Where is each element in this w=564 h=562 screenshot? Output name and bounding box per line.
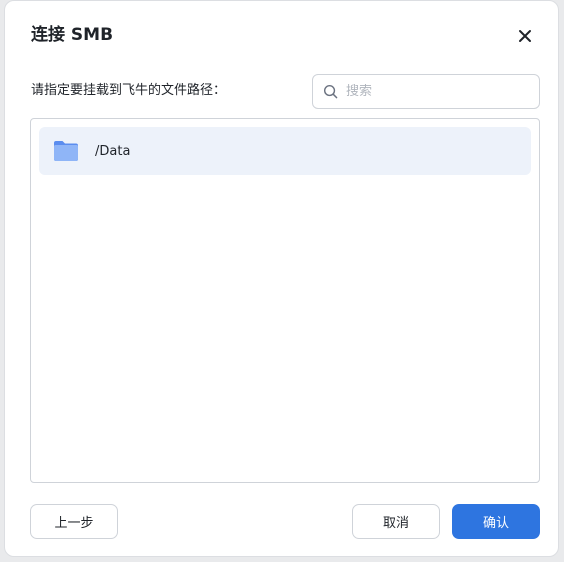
search-input[interactable]: [346, 84, 539, 99]
dialog-title: 连接 SMB: [31, 25, 114, 45]
file-browser-panel: /Data: [30, 118, 540, 483]
folder-icon: [53, 139, 79, 163]
cancel-button[interactable]: 取消: [352, 504, 440, 539]
close-icon: [518, 28, 532, 47]
search-box[interactable]: [312, 74, 540, 109]
previous-step-button[interactable]: 上一步: [30, 504, 118, 539]
close-button[interactable]: [513, 25, 537, 49]
search-icon: [322, 84, 338, 100]
folder-label: /Data: [95, 143, 131, 159]
path-prompt: 请指定要挂载到飞牛的文件路径：: [31, 83, 227, 98]
confirm-button[interactable]: 确认: [452, 504, 540, 539]
connect-smb-dialog: 连接 SMB 请指定要挂载到飞牛的文件路径： /Data: [4, 0, 559, 557]
folder-row-data[interactable]: /Data: [39, 127, 531, 175]
